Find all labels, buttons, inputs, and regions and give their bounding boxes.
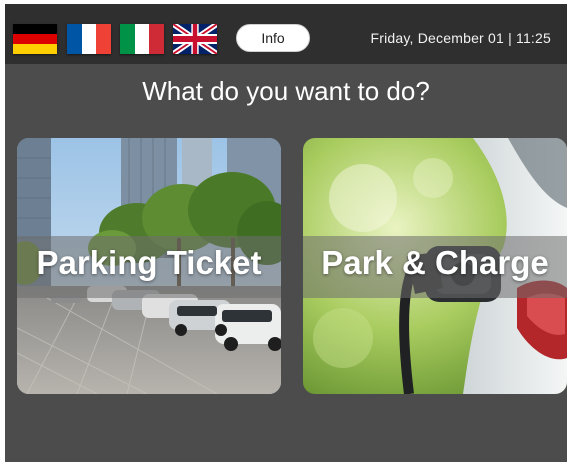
top-bar: Info Friday, December 01 | 11:25 bbox=[5, 4, 567, 64]
parking-ticket-label: Parking Ticket bbox=[36, 244, 262, 281]
page-title: What do you want to do? bbox=[142, 76, 430, 106]
it-flag-icon[interactable] bbox=[120, 24, 164, 54]
park-and-charge-button[interactable]: Park & Charge bbox=[303, 138, 567, 394]
de-flag-icon[interactable] bbox=[13, 24, 57, 54]
parking-ticket-button[interactable]: Parking Ticket bbox=[17, 138, 281, 394]
kiosk-screen: Info Friday, December 01 | 11:25 What do… bbox=[5, 4, 567, 462]
fr-flag-icon[interactable] bbox=[67, 24, 111, 54]
park-and-charge-label: Park & Charge bbox=[321, 244, 549, 281]
uk-flag-icon[interactable] bbox=[173, 24, 217, 54]
info-button[interactable]: Info bbox=[236, 24, 310, 52]
date-time: Friday, December 01 | 11:25 bbox=[370, 30, 551, 46]
